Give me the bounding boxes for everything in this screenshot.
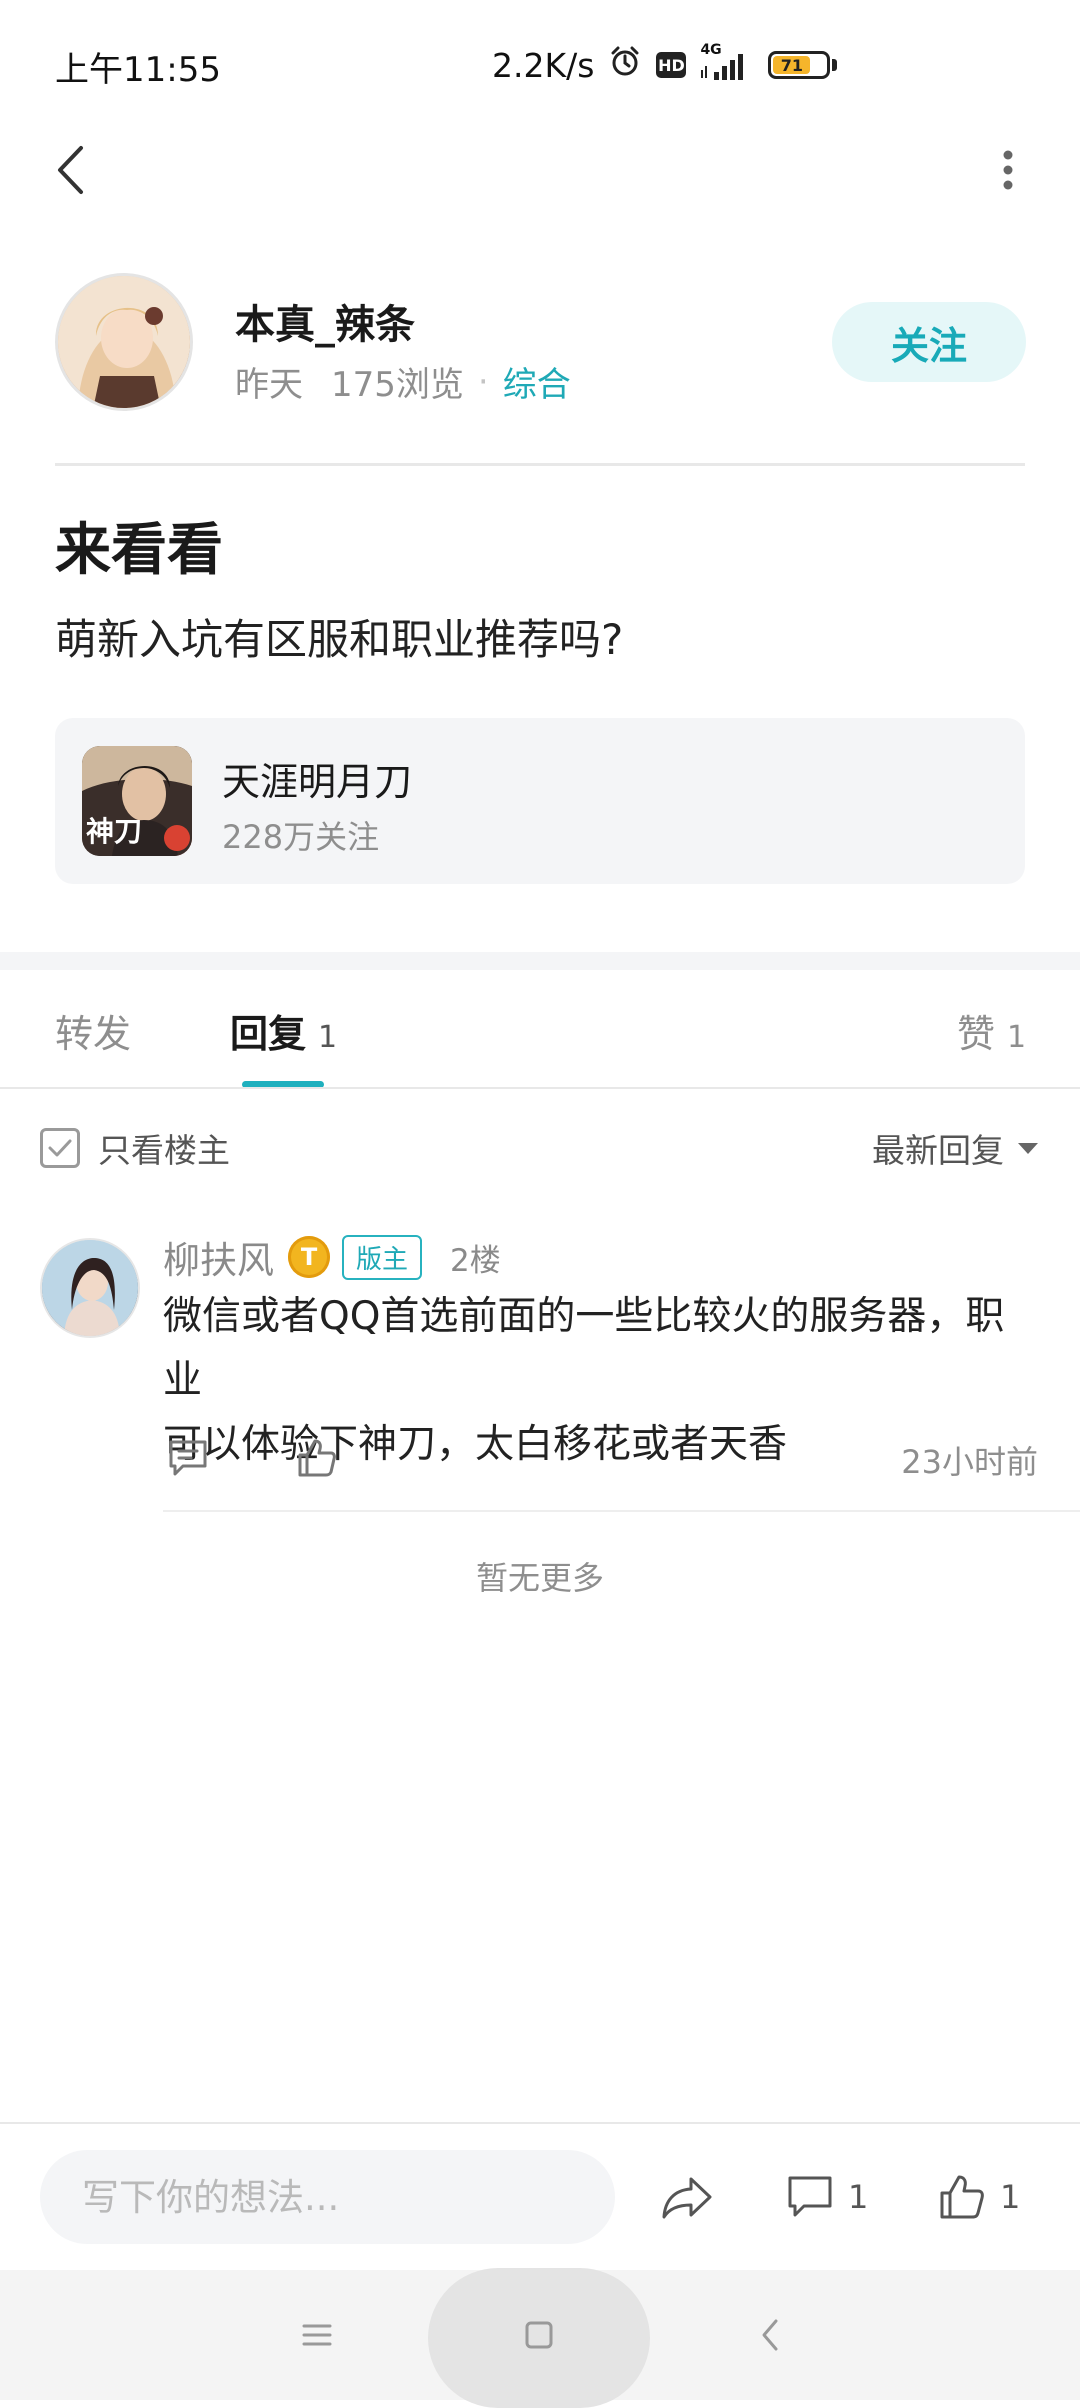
reply-line: 微信或者QQ首选前面的一些比较火的服务器，职业 <box>163 1294 1005 1403</box>
battery-icon: 71 <box>768 51 838 79</box>
comment-icon <box>788 2176 832 2217</box>
game-name: 天涯明月刀 <box>222 760 413 804</box>
author-name[interactable]: 本真_辣条 <box>235 292 415 350</box>
comment-icon <box>169 1440 207 1476</box>
comment-input[interactable] <box>40 2150 615 2244</box>
post-date: 昨天 <box>235 365 303 405</box>
floor-number: 2楼 <box>450 1242 501 1279</box>
tab-repost[interactable]: 转发 <box>55 1003 131 1058</box>
menu-icon <box>302 2324 332 2346</box>
tab-replies[interactable]: 回复 1 <box>230 1003 337 1058</box>
divider <box>0 1087 1080 1089</box>
status-indicators: 2.2K/s HD 4G 71 <box>492 40 838 90</box>
signal-icon: 4G <box>700 42 754 82</box>
reply-header: 柳扶风 T 版主 2楼 <box>163 1230 501 1284</box>
recent-apps-button[interactable] <box>287 2305 347 2365</box>
hd-icon: HD <box>656 52 687 78</box>
like-count: 1 <box>1000 2178 1021 2216</box>
reply-username[interactable]: 柳扶风 <box>163 1230 274 1284</box>
alarm-icon <box>608 44 642 86</box>
square-icon <box>525 2321 553 2349</box>
tab-label: 赞 <box>957 1012 996 1056</box>
comment-button[interactable]: 1 <box>786 2165 868 2229</box>
divider <box>0 2122 1080 2124</box>
more-vertical-icon <box>1003 150 1013 190</box>
no-more-text: 暂无更多 <box>475 1559 604 1597</box>
thumbs-up-icon <box>940 2175 984 2219</box>
only-host-label: 只看楼主 <box>98 1131 230 1170</box>
tab-likes[interactable]: 赞 1 <box>957 1003 1026 1058</box>
section-separator <box>0 952 1080 970</box>
system-back-button[interactable] <box>740 2305 800 2365</box>
tab-count: 1 <box>318 1020 338 1055</box>
reply-time: 23小时前 <box>901 1443 1038 1481</box>
share-button[interactable] <box>660 2165 714 2229</box>
divider <box>163 1510 1080 1512</box>
reply-avatar[interactable] <box>40 1238 140 1338</box>
view-count: 175浏览 <box>331 365 464 405</box>
divider <box>55 463 1025 466</box>
reply-like-button[interactable] <box>292 1433 342 1483</box>
home-button[interactable] <box>509 2305 569 2365</box>
author-avatar[interactable] <box>55 273 193 411</box>
checkbox-icon <box>40 1128 80 1168</box>
chevron-left-icon <box>762 2319 778 2351</box>
status-time: 上午11:55 <box>55 50 221 90</box>
caret-down-icon <box>1018 1142 1038 1154</box>
share-icon <box>662 2177 712 2219</box>
post-body: 萌新入坑有区服和职业推荐吗? <box>55 615 624 664</box>
level-badge: T <box>288 1236 330 1278</box>
tab-label: 回复 <box>230 1012 307 1056</box>
follow-button[interactable]: 关注 <box>832 302 1026 382</box>
network-type: 4G <box>700 42 722 58</box>
game-card[interactable]: 神刀 天涯明月刀 228万关注 <box>55 718 1025 884</box>
more-options-button[interactable] <box>978 140 1038 200</box>
reply-comment-button[interactable] <box>163 1433 213 1483</box>
only-host-checkbox[interactable]: 只看楼主 <box>40 1124 230 1172</box>
like-button[interactable]: 1 <box>938 2165 1020 2229</box>
tab-count: 1 <box>1007 1020 1027 1055</box>
battery-level: 71 <box>773 56 811 75</box>
back-button[interactable] <box>40 140 100 200</box>
chevron-left-icon <box>58 146 83 194</box>
tab-label: 转发 <box>55 1012 132 1056</box>
moderator-tag: 版主 <box>342 1234 423 1280</box>
post-category[interactable]: 综合 <box>503 357 571 406</box>
post-title: 来看看 <box>55 518 223 583</box>
sort-label: 最新回复 <box>872 1131 1004 1170</box>
comment-count: 1 <box>848 2178 869 2216</box>
post-meta: 昨天 175浏览 · 综合 <box>235 357 571 406</box>
game-icon-text: 神刀 <box>86 815 143 848</box>
thumbs-up-icon <box>298 1439 336 1477</box>
sort-dropdown[interactable]: 最新回复 <box>872 1124 1038 1172</box>
network-speed: 2.2K/s <box>492 45 595 85</box>
game-icon: 神刀 <box>82 746 192 856</box>
status-bar: 上午11:55 2.2K/s HD 4G 71 <box>0 0 1080 130</box>
meta-separator: · <box>477 361 489 402</box>
game-followers: 228万关注 <box>222 818 380 856</box>
